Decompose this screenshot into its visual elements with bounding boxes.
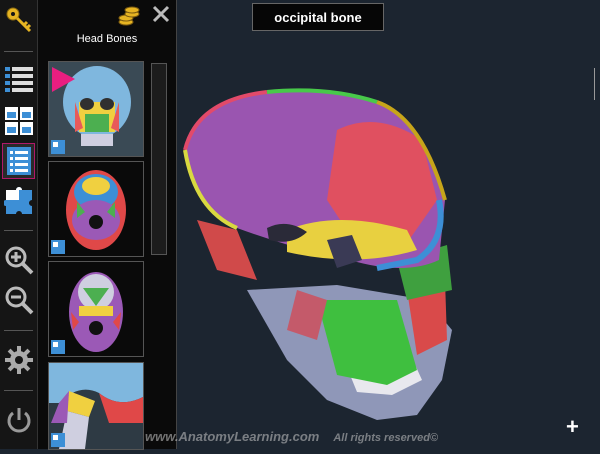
skull-viewport[interactable]: [177, 0, 600, 449]
puzzle-icon[interactable]: [2, 184, 35, 217]
zoom-in-icon[interactable]: [2, 243, 35, 276]
grid-view-icon[interactable]: [2, 104, 35, 137]
left-toolbar: [0, 0, 38, 449]
puzzle-badge-icon: [51, 140, 65, 154]
puzzle-badge-icon: [51, 433, 65, 447]
puzzle-badge-icon: [51, 340, 65, 354]
watermark-rights: All rights reserved©: [333, 432, 439, 444]
panel-title: Head Bones: [76, 33, 138, 45]
thumbnail-skull-top[interactable]: [48, 161, 144, 257]
skull-model[interactable]: [177, 0, 600, 449]
zoom-out-icon[interactable]: [2, 283, 35, 316]
settings-icon[interactable]: [2, 343, 35, 376]
key-icon[interactable]: [2, 3, 35, 36]
notes-icon[interactable]: [2, 143, 35, 179]
list-view-icon[interactable]: [2, 62, 35, 95]
coins-icon[interactable]: [118, 4, 140, 26]
watermark: www.AnatomyLearning.com All rights reserv…: [145, 429, 438, 444]
bones-panel: Head Bones: [38, 0, 177, 450]
close-icon[interactable]: [152, 5, 170, 23]
add-icon[interactable]: +: [566, 416, 579, 438]
thumbnail-skull-side[interactable]: [48, 362, 144, 450]
thumbnail-skull-front[interactable]: [48, 61, 144, 157]
thumbnail-skull-bottom[interactable]: [48, 261, 144, 357]
watermark-site: www.AnatomyLearning.com: [145, 429, 320, 444]
panel-scrollbar[interactable]: [151, 63, 167, 255]
power-icon[interactable]: [2, 403, 35, 436]
puzzle-badge-icon: [51, 240, 65, 254]
right-edge-handle[interactable]: [594, 68, 600, 100]
selected-bone-label: occipital bone: [252, 3, 384, 31]
